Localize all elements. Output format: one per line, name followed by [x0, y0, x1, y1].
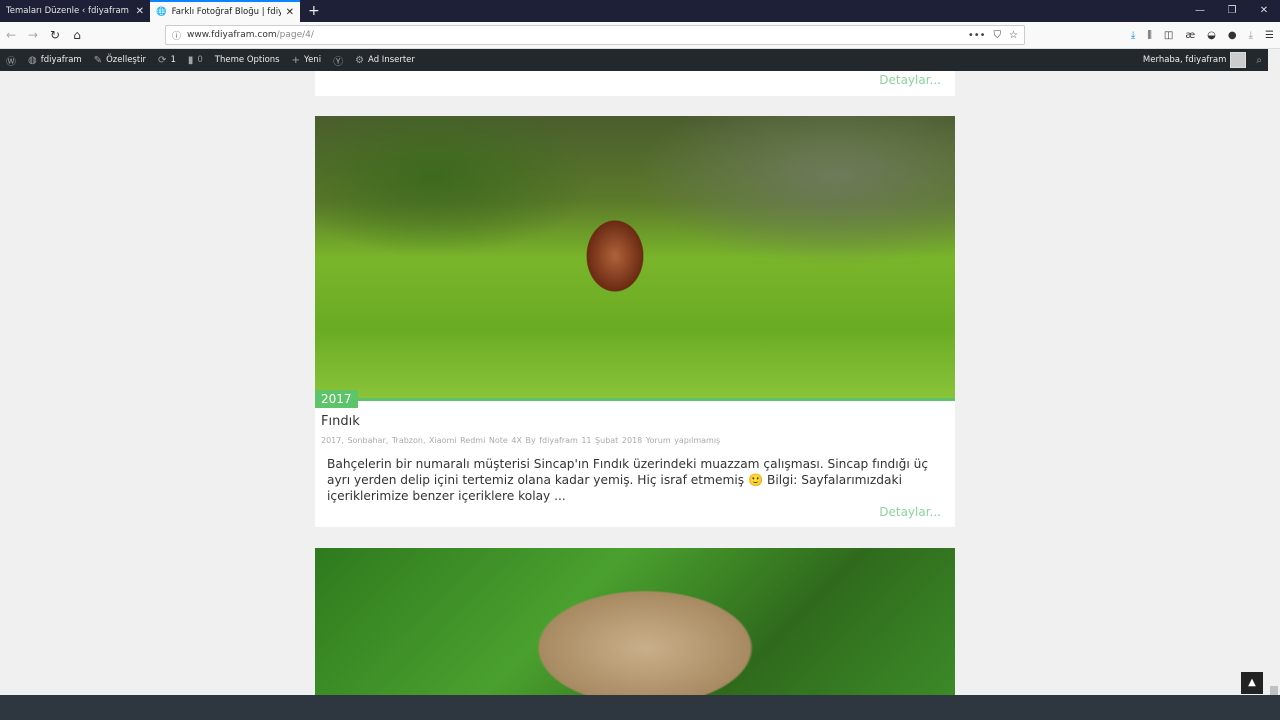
search-icon[interactable]: ⌕: [1250, 55, 1268, 66]
browser-tab-bar: Temaları Düzenle ‹ fdiyafram — WordPress…: [0, 0, 1280, 22]
next-post-featured-image[interactable]: [315, 548, 955, 695]
browser-toolbar: ← → ↻ ⌂ ⓘ www.fdiyafram.com/page/4/ ••• ⛉…: [0, 22, 1280, 49]
avatar[interactable]: [1230, 52, 1247, 68]
extension-2-icon[interactable]: ●: [1228, 30, 1237, 41]
admin-updates-link[interactable]: ⟳ 1: [152, 55, 182, 66]
comment-icon: ▮: [187, 54, 194, 66]
admin-site-link[interactable]: ◍ fdiyafram: [22, 55, 88, 66]
wordpress-logo-icon[interactable]: Ⓦ: [0, 53, 22, 68]
admin-account-link[interactable]: Merhaba, fdiyafram: [1143, 55, 1226, 65]
back-button[interactable]: ←: [0, 28, 22, 42]
bottom-bar: [0, 695, 1280, 720]
post-featured-image[interactable]: [315, 116, 955, 400]
url-bar[interactable]: ⓘ www.fdiyafram.com/page/4/ ••• ⛉ ☆: [165, 25, 1025, 45]
admin-new-link[interactable]: + Yeni: [286, 55, 327, 66]
tab-theme-editor[interactable]: Temaları Düzenle ‹ fdiyafram — WordPress…: [0, 0, 150, 22]
extension-icon[interactable]: ◒: [1207, 30, 1216, 41]
post-title[interactable]: Fındık: [321, 414, 360, 429]
close-window-button[interactable]: ✕: [1248, 0, 1280, 22]
download-arrow-icon[interactable]: ⤓: [1249, 30, 1253, 41]
minimize-button[interactable]: —: [1184, 0, 1216, 22]
admin-comments-link[interactable]: ▮ 0: [182, 55, 209, 66]
menu-icon[interactable]: ☰: [1265, 30, 1274, 41]
pocket-icon[interactable]: ⛉: [994, 30, 1002, 41]
admin-ad-inserter-link[interactable]: ⚙ Ad Inserter: [349, 55, 421, 66]
dashboard-icon: ◍: [28, 54, 37, 66]
page-actions-icon[interactable]: •••: [968, 30, 986, 41]
previous-post-card: Detaylar...: [315, 71, 955, 96]
new-tab-button[interactable]: +: [300, 0, 328, 22]
admin-theme-options-link[interactable]: Theme Options: [209, 55, 286, 65]
post-card: 2017 Fındık 2017, Sonbahar, Trabzon, Xia…: [315, 116, 955, 527]
scroll-to-top-button[interactable]: ▲: [1241, 672, 1263, 694]
page-scrollbar[interactable]: [1268, 71, 1280, 708]
year-badge[interactable]: 2017: [315, 390, 358, 408]
forward-button[interactable]: →: [22, 28, 44, 42]
wp-admin-bar: Ⓦ ◍ fdiyafram ✎ Özelleştir ⟳ 1 ▮ 0 Theme Opt…: [0, 49, 1268, 71]
post-meta: 2017, Sonbahar, Trabzon, Xiaomi Redmi No…: [321, 436, 721, 445]
globe-icon: 🌐: [156, 7, 167, 17]
brush-icon: ✎: [93, 54, 103, 66]
updates-icon: ⟳: [158, 54, 167, 66]
tab-blog[interactable]: 🌐Farklı Fotoğraf Bloğu | fdiyafram✕: [150, 0, 300, 22]
restore-button[interactable]: ❐: [1216, 0, 1248, 22]
read-more-link[interactable]: Detaylar...: [879, 505, 955, 519]
home-button[interactable]: ⌂: [66, 28, 88, 42]
reload-button[interactable]: ↻: [44, 28, 66, 42]
downloads-icon[interactable]: ⤓: [1131, 30, 1135, 41]
info-icon[interactable]: ⓘ: [172, 29, 181, 42]
close-tab-icon[interactable]: ✕: [286, 7, 294, 18]
library-icon[interactable]: ⫼: [1147, 30, 1152, 41]
gear-icon: ⚙: [355, 54, 365, 66]
close-tab-icon[interactable]: ✕: [136, 6, 144, 17]
read-more-link[interactable]: Detaylar...: [315, 71, 955, 87]
admin-customize-link[interactable]: ✎ Özelleştir: [88, 55, 152, 66]
sidebar-icon[interactable]: ◫: [1164, 30, 1173, 41]
bookmark-star-icon[interactable]: ☆: [1009, 30, 1018, 41]
extension-ae-icon[interactable]: æ: [1185, 30, 1195, 41]
image-accent-bar: [315, 398, 955, 401]
yoast-icon[interactable]: Ⓨ: [327, 53, 349, 68]
plus-icon: +: [291, 54, 301, 66]
post-excerpt: Bahçelerin bir numaralı müşterisi Sincap…: [327, 457, 929, 503]
